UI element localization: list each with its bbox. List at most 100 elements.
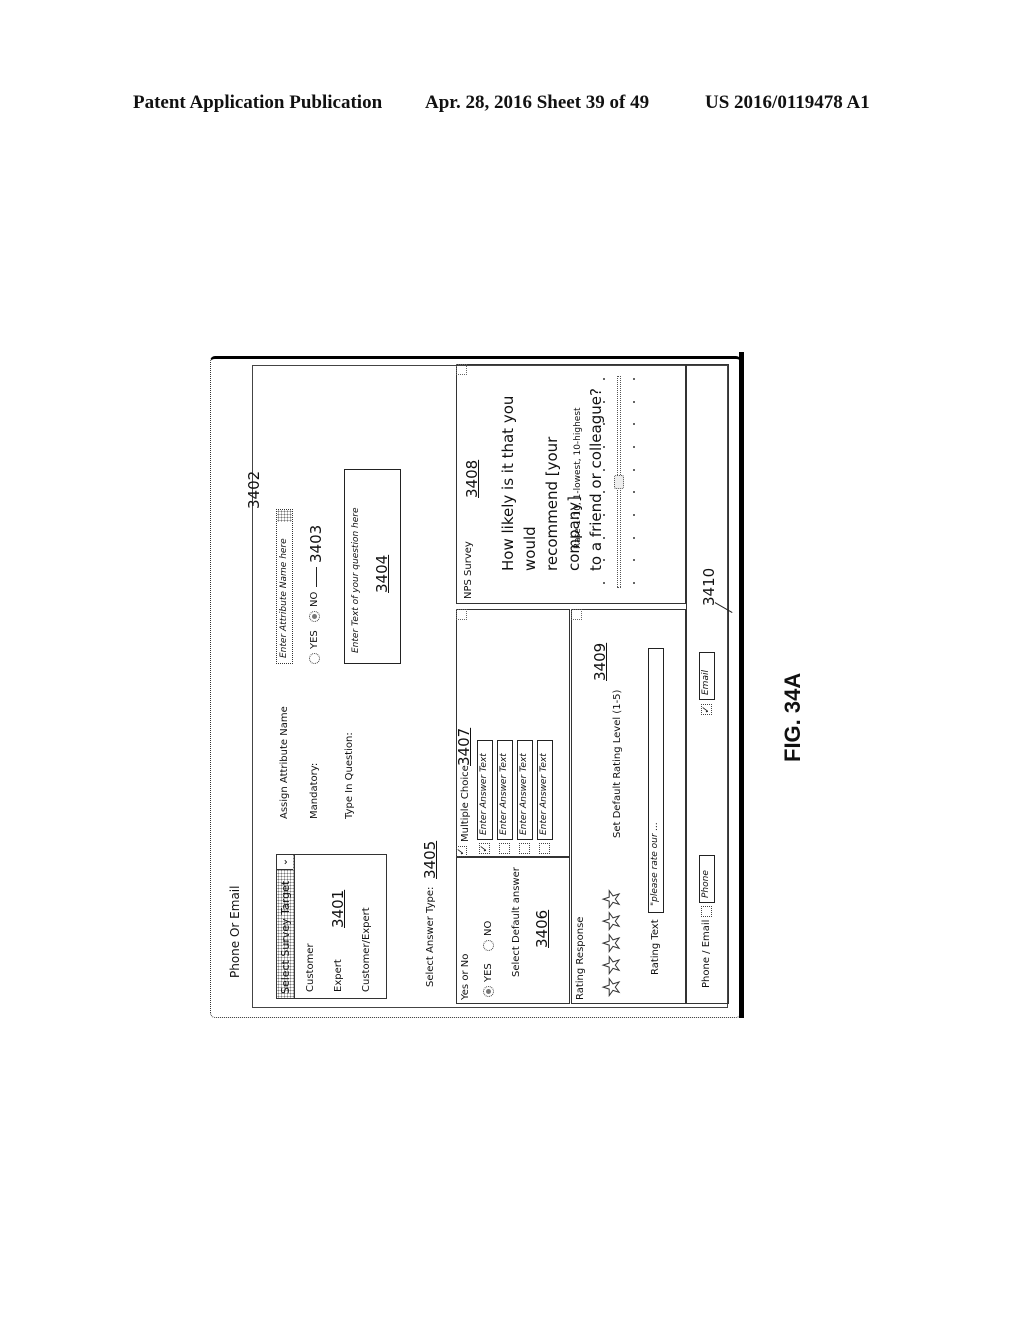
- email-option[interactable]: Email: [699, 652, 715, 700]
- slider-tick: [633, 491, 635, 494]
- answer-input[interactable]: Enter Answer Text: [477, 740, 493, 840]
- yes-no-yes-radio[interactable]: [483, 986, 494, 997]
- nps-title: NPS Survey: [463, 541, 474, 599]
- star-icon[interactable]: ★: [600, 955, 626, 976]
- ref-3408: 3408: [463, 459, 481, 498]
- ref-3404: 3404: [373, 554, 391, 593]
- survey-target-option[interactable]: Customer: [305, 943, 316, 992]
- survey-target-dropdown[interactable]: Select Survey Target ⌄ Customer Expert C…: [276, 854, 387, 999]
- survey-target-label: Select Survey Target: [279, 880, 292, 994]
- rating-text-value: "please rate our ...: [650, 822, 660, 906]
- slider-tick: [603, 514, 605, 516]
- slider-tick: [633, 400, 635, 403]
- ref-3407: 3407: [455, 727, 473, 766]
- ref-3406: 3406: [533, 909, 551, 948]
- survey-target-option[interactable]: Expert: [333, 959, 344, 992]
- config-panel: Select Survey Target ⌄ Customer Expert C…: [245, 364, 729, 1008]
- attribute-label: Assign Attribute Name: [279, 706, 290, 819]
- nps-question: How likely is it that you would recommen…: [497, 365, 607, 571]
- mandatory-no-label: NO: [309, 591, 320, 607]
- ref-3409: 3409: [591, 642, 609, 681]
- slider-tick: [603, 491, 605, 494]
- survey-target-header[interactable]: Select Survey Target ⌄: [277, 855, 295, 998]
- slider-tick: [633, 536, 635, 539]
- rating-panel: Rating Response 3409 ★ ★ ★ ★ ★ Set Default R…: [571, 609, 686, 1004]
- callout-leader: [316, 567, 317, 587]
- publication-title: Patent Application Publication: [133, 92, 383, 113]
- contact-label: Phone / Email: [701, 919, 712, 988]
- publication-number: US 2016/0119478 A1: [705, 92, 870, 113]
- slider-tick: [603, 559, 605, 562]
- answer-input[interactable]: Enter Answer Text: [517, 740, 533, 840]
- multiple-choice-checkbox[interactable]: ✓: [456, 846, 467, 857]
- slider-tick: [603, 423, 605, 426]
- figure-label: FIG. 34A: [780, 672, 805, 762]
- slider-tick: [633, 559, 635, 562]
- ref-3405: 3405: [421, 840, 439, 879]
- panel-corner-handle[interactable]: [571, 609, 582, 620]
- star-icon[interactable]: ★: [600, 933, 626, 954]
- phone-checkbox[interactable]: [701, 906, 712, 917]
- slider-tick: [633, 378, 635, 380]
- answer-checkbox[interactable]: [539, 843, 550, 854]
- mandatory-yes-label: YES: [309, 630, 320, 649]
- yes-no-title: Yes or No: [460, 953, 471, 1000]
- answer-input[interactable]: Enter Answer Text: [497, 740, 513, 840]
- slider-tick: [603, 468, 605, 471]
- star-icon[interactable]: ★: [600, 977, 626, 998]
- mandatory-yes-radio[interactable]: [309, 653, 320, 664]
- nps-slider[interactable]: [599, 376, 639, 588]
- email-checkbox[interactable]: ✓: [701, 704, 712, 715]
- answer-checkbox[interactable]: ✓: [479, 843, 490, 854]
- answer-type-label: Select Answer Type:: [425, 886, 436, 987]
- rating-text-input[interactable]: "please rate our ...: [648, 648, 664, 913]
- mandatory-no-radio[interactable]: [309, 611, 320, 622]
- survey-target-option[interactable]: Customer/Expert: [361, 907, 372, 992]
- star-icon[interactable]: ★: [600, 889, 626, 910]
- slider-tick: [633, 582, 635, 584]
- contact-panel: Phone / Email Phone ✓ Email: [686, 364, 729, 1004]
- multiple-choice-panel: ✓ Multiple Choice 3407 ✓ Enter Answer Te…: [455, 609, 570, 857]
- default-answer-label: Select Default answer: [511, 867, 522, 977]
- rating-title: Rating Response: [575, 916, 586, 1000]
- attribute-input-handle: [277, 510, 292, 522]
- slider-tick: [603, 536, 605, 539]
- slider-thumb[interactable]: [614, 475, 624, 489]
- callout-3410: 3410: [700, 567, 718, 606]
- panel-corner-handle[interactable]: [456, 609, 467, 620]
- attribute-name-input[interactable]: Enter Attribute Name here: [276, 509, 293, 664]
- question-label: Type In Question:: [344, 732, 355, 819]
- question-placeholder: Enter Text of your question here: [351, 507, 361, 653]
- nps-scale-label: Rate 1-10, 1-lowest, 10-highest: [573, 407, 583, 549]
- window-title: Phone Or Email: [228, 885, 242, 978]
- yes-no-no-radio[interactable]: [483, 940, 494, 951]
- rating-stars[interactable]: ★ ★ ★ ★ ★: [600, 877, 632, 998]
- multiple-choice-title: Multiple Choice: [460, 765, 471, 842]
- panel-corner-handle[interactable]: [456, 364, 467, 375]
- nps-question-line: How likely is it that you would: [499, 395, 539, 571]
- rating-text-label: Rating Text: [650, 919, 661, 975]
- slider-tick: [633, 514, 635, 516]
- mandatory-label: Mandatory:: [309, 762, 320, 819]
- star-icon[interactable]: ★: [600, 911, 626, 932]
- slider-tick: [633, 468, 635, 471]
- slider-tick: [633, 423, 635, 426]
- yes-no-panel: Yes or No YES NO Select Default answer 3…: [456, 857, 570, 1004]
- slider-tick: [603, 400, 605, 403]
- survey-config-figure: Phone Or Email Select Survey Target ⌄ Cu…: [210, 352, 745, 1018]
- yes-no-no-label: NO: [483, 920, 494, 936]
- question-textarea[interactable]: Enter Text of your question here 3404: [344, 469, 401, 664]
- slider-tick: [603, 446, 605, 448]
- answer-checkbox[interactable]: [499, 843, 510, 854]
- window-shadow: [739, 352, 744, 1018]
- slider-tick: [603, 378, 605, 380]
- callout-3402: 3402: [245, 470, 263, 509]
- slider-tick: [633, 446, 635, 448]
- slider-tick: [603, 582, 605, 584]
- answer-input[interactable]: Enter Answer Text: [537, 740, 553, 840]
- chevron-down-icon[interactable]: ⌄: [277, 855, 293, 870]
- phone-option[interactable]: Phone: [699, 855, 715, 903]
- answer-checkbox[interactable]: [519, 843, 530, 854]
- publication-date-sheet: Apr. 28, 2016 Sheet 39 of 49: [425, 92, 650, 113]
- yes-no-yes-label: YES: [483, 963, 494, 982]
